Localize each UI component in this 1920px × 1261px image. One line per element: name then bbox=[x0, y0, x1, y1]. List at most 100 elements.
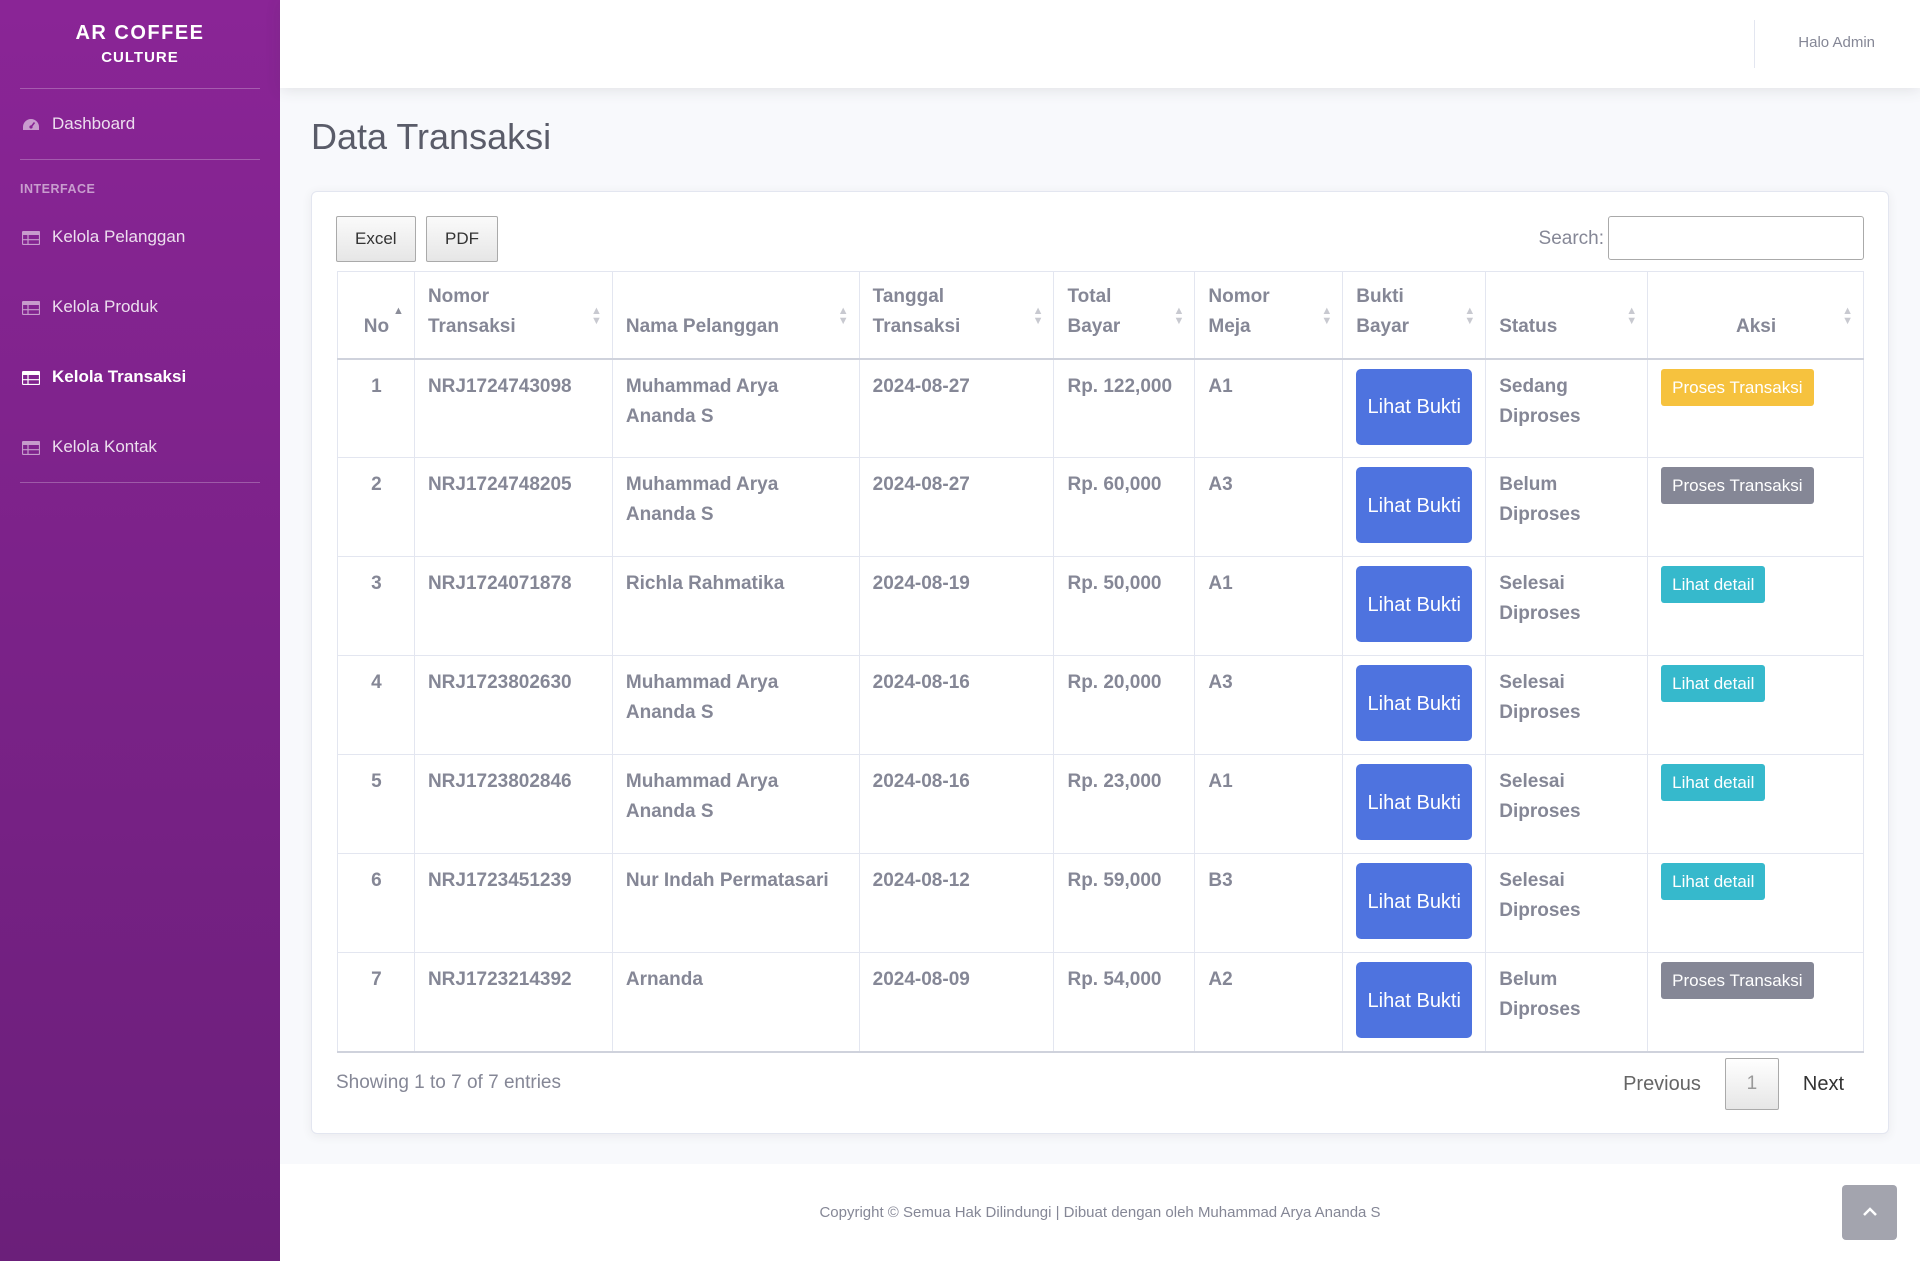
export-pdf-button[interactable]: PDF bbox=[426, 216, 498, 262]
cell-bukti: Lihat Bukti bbox=[1342, 754, 1487, 854]
cell-meja: A1 bbox=[1194, 754, 1344, 854]
cell-tanggal: 2024-08-16 bbox=[858, 655, 1055, 755]
column-header-label: Nomor bbox=[427, 285, 490, 307]
lihat-detail-button[interactable]: Lihat detail bbox=[1661, 665, 1766, 702]
sidebar-divider bbox=[20, 482, 260, 483]
sidebar-item-dashboard[interactable]: Dashboard bbox=[0, 89, 280, 159]
cell-nomor: NRJ1723802846 bbox=[413, 754, 613, 854]
cell-nama: Muhammad Arya Ananda S bbox=[611, 457, 860, 557]
cell-bukti: Lihat Bukti bbox=[1342, 556, 1487, 656]
topbar: Halo Admin bbox=[280, 0, 1920, 88]
column-header-label: Meja bbox=[1208, 315, 1251, 337]
scroll-to-top-button[interactable] bbox=[1842, 1185, 1897, 1240]
cell-total: Rp. 20,000 bbox=[1053, 655, 1196, 755]
table-row: 5 NRJ1723802846 Muhammad Arya Ananda S 2024… bbox=[337, 754, 1864, 854]
column-header-total-bayar[interactable]: Total Bayar ▲ ▼ bbox=[1053, 271, 1196, 360]
lihat-bukti-button[interactable]: Lihat Bukti bbox=[1356, 962, 1473, 1038]
proses-transaksi-button[interactable]: Proses Transaksi bbox=[1661, 962, 1814, 999]
pagination-page-button[interactable]: 1 bbox=[1724, 1058, 1779, 1110]
sidebar-heading: INTERFACE bbox=[20, 182, 96, 196]
export-excel-button[interactable]: Excel bbox=[336, 216, 416, 262]
cell-tanggal: 2024-08-27 bbox=[858, 358, 1055, 458]
lihat-detail-button[interactable]: Lihat detail bbox=[1661, 863, 1766, 900]
cell-bukti: Lihat Bukti bbox=[1342, 952, 1487, 1053]
cell-status: Selesai Diproses bbox=[1485, 754, 1649, 854]
data-card: Excel PDF Search: No▲▼NomorTransaksi▲▼Na… bbox=[311, 191, 1889, 1134]
pagination-previous-button[interactable]: Previous bbox=[1599, 1073, 1725, 1096]
brand-subtitle: CULTURE bbox=[101, 49, 179, 66]
cell-status: Selesai Diproses bbox=[1485, 655, 1649, 755]
lihat-bukti-button[interactable]: Lihat Bukti bbox=[1356, 467, 1473, 543]
sidebar-item-label: Dashboard bbox=[52, 114, 136, 133]
table-icon bbox=[21, 440, 41, 456]
cell-no: 3 bbox=[337, 556, 415, 656]
cell-total: Rp. 60,000 bbox=[1053, 457, 1196, 557]
cell-nomor: NRJ1724748205 bbox=[413, 457, 613, 557]
sidebar: AR COFFEE CULTURE Dashboard INTERFACE Ke… bbox=[0, 0, 280, 1261]
sort-icon: ▲▼ bbox=[590, 305, 602, 327]
topbar-divider bbox=[1754, 20, 1755, 68]
cell-aksi: Proses Transaksi bbox=[1647, 457, 1864, 557]
sidebar-item-kelola-produk[interactable]: Kelola Produk bbox=[0, 272, 280, 342]
brand-title: AR COFFEE bbox=[75, 22, 205, 44]
sidebar-item-label: Kelola Pelanggan bbox=[52, 227, 186, 246]
cell-status: Belum Diproses bbox=[1485, 952, 1649, 1053]
column-header-aksi[interactable]: Aksi ▲ ▼ bbox=[1647, 271, 1864, 360]
cell-nama: Muhammad Arya Ananda S bbox=[611, 655, 860, 755]
cell-aksi: Proses Transaksi bbox=[1647, 952, 1864, 1053]
cell-total: Rp. 59,000 bbox=[1053, 853, 1196, 953]
sort-icon: ▲▼ bbox=[1173, 305, 1185, 327]
lihat-bukti-button[interactable]: Lihat Bukti bbox=[1356, 665, 1473, 741]
cell-tanggal: 2024-08-19 bbox=[858, 556, 1055, 656]
sort-icon: ▲▼ bbox=[1842, 305, 1853, 327]
cell-status: Belum Diproses bbox=[1485, 457, 1649, 557]
search-input[interactable] bbox=[1608, 216, 1864, 260]
footer-copyright: Copyright © Semua Hak Dilindungi | Dibua… bbox=[819, 1204, 1381, 1221]
table-info: Showing 1 to 7 of 7 entries bbox=[336, 1072, 561, 1093]
cell-status: Sedang Diproses bbox=[1485, 358, 1649, 458]
brand[interactable]: AR COFFEE CULTURE bbox=[0, 0, 280, 88]
cell-bukti: Lihat Bukti bbox=[1342, 655, 1487, 755]
cell-meja: B3 bbox=[1194, 853, 1344, 953]
pagination-next-button[interactable]: Next bbox=[1779, 1073, 1868, 1096]
column-header-tanggal-transaksi[interactable]: Tanggal Transaksi ▲ ▼ bbox=[858, 271, 1055, 360]
table-row: 6 NRJ1723451239 Nur Indah Permatasari 2024-… bbox=[337, 853, 1864, 953]
column-header-nama-pelanggan[interactable]: Nama Pelanggan ▲ ▼ bbox=[611, 271, 860, 360]
column-header-label: Nama Pelanggan bbox=[625, 315, 779, 337]
cell-nama: Muhammad Arya Ananda S bbox=[611, 358, 860, 458]
cell-total: Rp. 54,000 bbox=[1053, 952, 1196, 1053]
sidebar-item-kelola-transaksi[interactable]: Kelola Transaksi bbox=[0, 342, 280, 412]
column-header-label: Tanggal bbox=[872, 285, 945, 307]
sidebar-item-kelola-pelanggan[interactable]: Kelola Pelanggan bbox=[0, 202, 280, 272]
lihat-detail-button[interactable]: Lihat detail bbox=[1661, 764, 1766, 801]
cell-aksi: Lihat detail bbox=[1647, 655, 1864, 755]
cell-status: Selesai Diproses bbox=[1485, 853, 1649, 953]
lihat-bukti-button[interactable]: Lihat Bukti bbox=[1356, 764, 1473, 840]
lihat-bukti-button[interactable]: Lihat Bukti bbox=[1356, 863, 1473, 939]
lihat-bukti-button[interactable]: Lihat Bukti bbox=[1356, 566, 1473, 642]
sort-icon: ▲▼ bbox=[1032, 305, 1044, 327]
sort-icon: ▲▼ bbox=[1626, 305, 1638, 327]
column-header-label: Bayar bbox=[1067, 315, 1121, 337]
user-menu[interactable]: Halo Admin bbox=[1798, 34, 1875, 51]
cell-meja: A3 bbox=[1194, 457, 1344, 557]
table-icon bbox=[21, 370, 41, 386]
proses-transaksi-button[interactable]: Proses Transaksi bbox=[1661, 467, 1814, 504]
column-header-nomor-transaksi[interactable]: Nomor Transaksi ▲ ▼ bbox=[413, 271, 613, 360]
cell-meja: A1 bbox=[1194, 358, 1344, 458]
cell-aksi: Lihat detail bbox=[1647, 853, 1864, 953]
sidebar-item-kelola-kontak[interactable]: Kelola Kontak bbox=[0, 412, 280, 482]
table-row: 2 NRJ1724748205 Muhammad Arya Ananda S 2024… bbox=[337, 457, 1864, 557]
lihat-detail-button[interactable]: Lihat detail bbox=[1661, 566, 1766, 603]
cell-no: 4 bbox=[337, 655, 415, 755]
table-row: 1 NRJ1724743098 Muhammad Arya Ananda S 2024… bbox=[337, 358, 1864, 458]
column-header-nomor-meja[interactable]: Nomor Meja ▲ ▼ bbox=[1194, 271, 1344, 360]
proses-transaksi-button[interactable]: Proses Transaksi bbox=[1661, 368, 1814, 406]
lihat-bukti-button[interactable]: Lihat Bukti bbox=[1356, 368, 1473, 445]
table-icon bbox=[21, 300, 41, 316]
column-header-no[interactable]: No▲▼ bbox=[337, 271, 415, 360]
column-header-label: Bukti bbox=[1356, 285, 1404, 307]
column-header-bukti-bayar[interactable]: Bukti Bayar ▲ ▼ bbox=[1342, 271, 1487, 360]
column-header-status[interactable]: Status ▲ ▼ bbox=[1485, 271, 1649, 360]
cell-nomor: NRJ1723802630 bbox=[413, 655, 613, 755]
